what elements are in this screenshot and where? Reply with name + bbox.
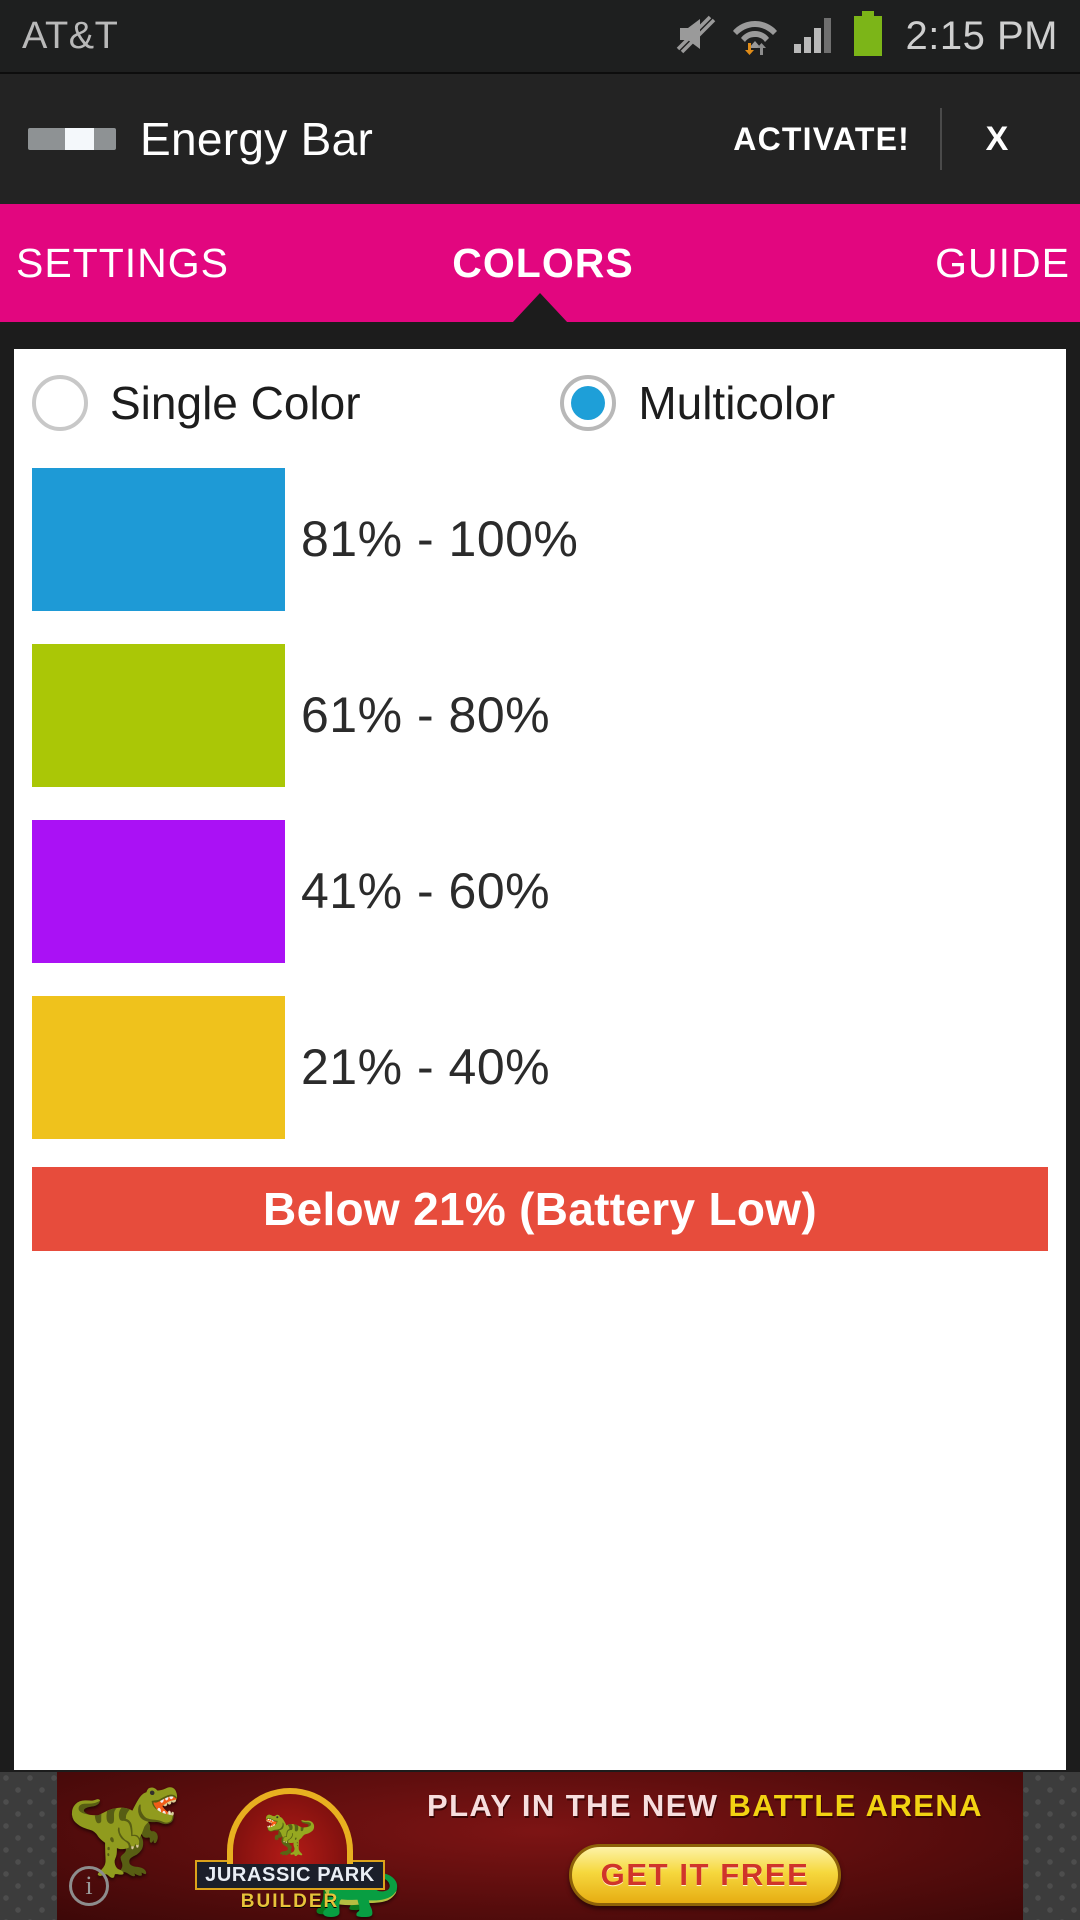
- colors-panel: Single Color Multicolor 81% - 100% 61% -…: [14, 349, 1066, 1770]
- ad-banner[interactable]: 🦖 🦕 JURASSIC PARK BUILDER PLAY IN THE NE…: [57, 1772, 1023, 1920]
- color-swatch-61-80[interactable]: [32, 643, 285, 787]
- status-icons: 2:15 PM: [674, 10, 1058, 62]
- activate-button[interactable]: ACTIVATE!: [703, 121, 940, 158]
- ad-headline: PLAY IN THE NEW BATTLE ARENA: [427, 1788, 1009, 1824]
- radio-option-single-color[interactable]: Single Color: [32, 375, 560, 431]
- cta-label: GET IT FREE: [600, 1857, 810, 1892]
- color-range-row-4[interactable]: 21% - 40%: [14, 979, 1066, 1155]
- range-label-61-80: 61% - 80%: [301, 687, 551, 743]
- action-bar: Energy Bar ACTIVATE! X: [0, 74, 1080, 204]
- energy-bar-icon: [28, 128, 116, 150]
- battery-icon: [852, 10, 884, 62]
- get-it-free-button[interactable]: GET IT FREE: [569, 1844, 841, 1906]
- status-bar: AT&T 2:15 PM: [0, 0, 1080, 72]
- logo-subtitle: BUILDER: [240, 1891, 340, 1912]
- tab-colors[interactable]: COLORS: [367, 240, 718, 287]
- color-mode-group: Single Color Multicolor: [14, 349, 1066, 451]
- radio-option-multicolor[interactable]: Multicolor: [560, 375, 835, 431]
- page-title: Energy Bar: [140, 113, 374, 165]
- logo-arc-icon: [227, 1788, 353, 1864]
- radio-multicolor[interactable]: [560, 375, 617, 431]
- dinosaur-icon-left: 🦖: [65, 1774, 185, 1881]
- color-range-row-3[interactable]: 41% - 60%: [14, 803, 1066, 979]
- color-range-row-2[interactable]: 61% - 80%: [14, 627, 1066, 803]
- color-swatch-41-60[interactable]: [32, 819, 285, 963]
- range-label-41-60: 41% - 60%: [301, 863, 551, 919]
- ad-headline-yellow: BATTLE ARENA: [728, 1788, 983, 1823]
- app-root: AT&T 2:15 PM Energy Bar ACTIVATE! X SETT…: [0, 0, 1080, 1920]
- jurassic-park-logo: JURASSIC PARK BUILDER: [195, 1788, 385, 1911]
- low-battery-label: Below 21% (Battery Low): [263, 1183, 817, 1235]
- logo-title: JURASSIC PARK: [195, 1860, 385, 1890]
- color-swatch-21-40[interactable]: [32, 995, 285, 1139]
- low-battery-bar[interactable]: Below 21% (Battery Low): [32, 1167, 1048, 1251]
- clock: 2:15 PM: [905, 13, 1058, 58]
- ad-headline-white: PLAY IN THE NEW: [427, 1788, 719, 1823]
- tab-guide[interactable]: GUIDE: [719, 240, 1080, 287]
- range-label-21-40: 21% - 40%: [301, 1039, 551, 1095]
- mute-icon: [674, 14, 718, 59]
- range-label-81-100: 81% - 100%: [301, 511, 579, 567]
- carrier-label: AT&T: [22, 14, 119, 57]
- radio-label-multicolor: Multicolor: [638, 377, 836, 429]
- radio-single-color[interactable]: [32, 375, 88, 431]
- color-swatch-81-100[interactable]: [32, 467, 285, 611]
- tab-bar: SETTINGS COLORS GUIDE: [0, 204, 1080, 323]
- ad-info-icon[interactable]: i: [69, 1866, 109, 1906]
- color-range-list: 81% - 100% 61% - 80% 41% - 60% 21% - 40%: [14, 451, 1066, 1155]
- color-range-row-1[interactable]: 81% - 100%: [14, 451, 1066, 627]
- signal-icon: [792, 14, 838, 59]
- close-button[interactable]: X: [942, 120, 1052, 159]
- tab-settings[interactable]: SETTINGS: [0, 240, 367, 287]
- active-tab-pointer: [512, 293, 568, 323]
- wifi-icon: [732, 13, 778, 60]
- radio-label-single-color: Single Color: [110, 377, 361, 429]
- ad-area: 🦖 🦕 JURASSIC PARK BUILDER PLAY IN THE NE…: [0, 1772, 1080, 1920]
